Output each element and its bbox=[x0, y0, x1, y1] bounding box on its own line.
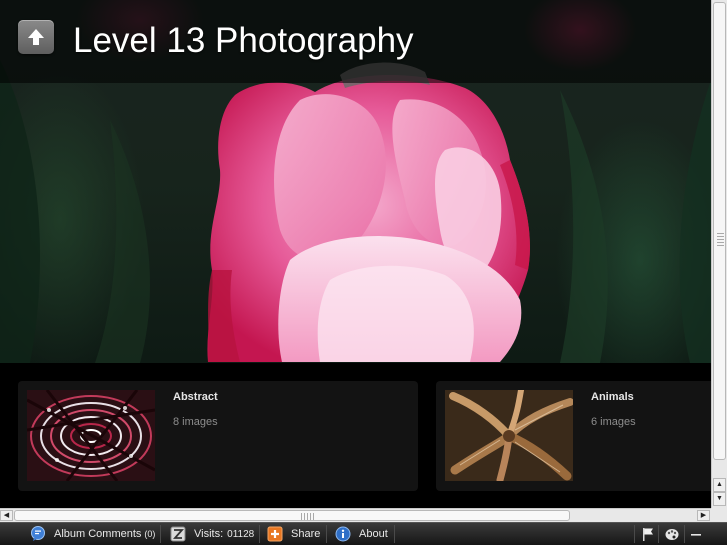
toolbar-divider bbox=[658, 525, 659, 543]
scroll-right-button[interactable]: ▶ bbox=[697, 510, 710, 521]
scrollbar-corner bbox=[711, 508, 727, 522]
visits-count: 01128 bbox=[227, 528, 255, 540]
up-button[interactable] bbox=[18, 20, 54, 54]
visits-label: Visits: bbox=[194, 528, 224, 540]
up-arrow-icon bbox=[28, 29, 44, 45]
about-label: About bbox=[359, 528, 388, 540]
palette-icon[interactable] bbox=[664, 526, 680, 542]
visits-counter[interactable]: Visits: 01128 bbox=[170, 523, 254, 545]
hero-image: Level 13 Photography bbox=[0, 0, 711, 363]
scroll-left-button[interactable]: ◀ bbox=[0, 510, 13, 521]
album-name[interactable]: Abstract bbox=[173, 391, 218, 403]
album-comments-button[interactable]: Album Comments (0) bbox=[30, 523, 155, 545]
scroll-up-button[interactable]: ▲ bbox=[713, 478, 726, 492]
album-comments-count: (0) bbox=[144, 529, 156, 539]
toolbar-divider bbox=[160, 525, 161, 543]
album-card-abstract[interactable]: Abstract 8 images bbox=[18, 381, 418, 491]
toolbar-divider bbox=[394, 525, 395, 543]
counter-icon bbox=[170, 526, 186, 542]
info-icon bbox=[335, 526, 351, 542]
horizontal-scrollbar[interactable]: ◀ ▶ bbox=[0, 508, 711, 522]
page: Level 13 Photography Abstract 8 images A… bbox=[0, 0, 727, 545]
album-comments-label: Album Comments bbox=[54, 528, 142, 540]
album-name[interactable]: Animals bbox=[591, 391, 634, 403]
horizontal-scrollbar-thumb[interactable] bbox=[14, 510, 570, 521]
scroll-grip-icon bbox=[301, 513, 315, 520]
toolbar-divider bbox=[326, 525, 327, 543]
flag-icon[interactable] bbox=[640, 526, 656, 542]
album-card-animals[interactable]: Animals 6 images bbox=[436, 381, 711, 491]
toolbar-divider bbox=[634, 525, 635, 543]
album-thumbnail-abstract[interactable] bbox=[27, 390, 155, 481]
album-image-count: 8 images bbox=[173, 416, 218, 428]
share-label: Share bbox=[291, 528, 321, 540]
toolbar-divider bbox=[259, 525, 260, 543]
about-button[interactable]: About bbox=[335, 523, 388, 545]
page-viewport: Level 13 Photography Abstract 8 images A… bbox=[0, 0, 711, 508]
abstract-thumbnail-image bbox=[27, 390, 155, 481]
plus-icon bbox=[267, 526, 283, 542]
bottom-toolbar: Album Comments (0) Visits: 01128 Share A… bbox=[0, 522, 727, 545]
vertical-scrollbar[interactable]: ▲ ▼ bbox=[711, 0, 727, 508]
page-title: Level 13 Photography bbox=[73, 21, 414, 60]
animals-thumbnail-image bbox=[445, 390, 573, 481]
album-thumbnail-animals[interactable] bbox=[445, 390, 573, 481]
album-list: Abstract 8 images Animals 6 images bbox=[0, 363, 711, 508]
toolbar-divider bbox=[684, 525, 685, 543]
speech-bubble-icon bbox=[31, 526, 45, 541]
vertical-scrollbar-thumb[interactable] bbox=[713, 2, 726, 460]
share-button[interactable]: Share bbox=[267, 523, 320, 545]
scroll-grip-icon bbox=[717, 233, 724, 247]
minimize-icon[interactable] bbox=[688, 526, 704, 542]
album-image-count: 6 images bbox=[591, 416, 636, 428]
scroll-down-button[interactable]: ▼ bbox=[713, 492, 726, 506]
